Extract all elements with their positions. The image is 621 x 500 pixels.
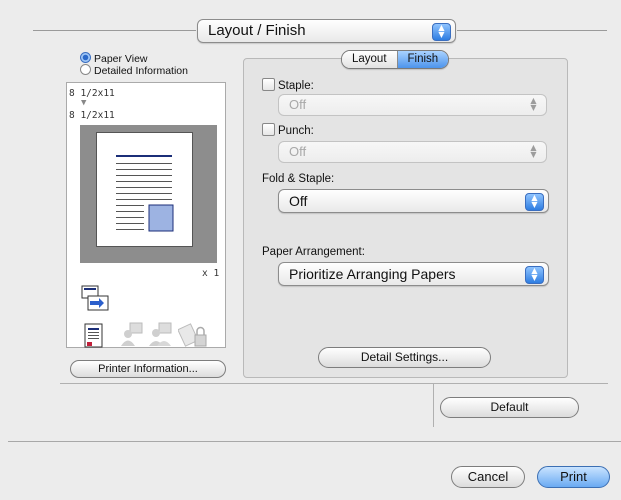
panel-selector-popup[interactable]: Layout / Finish ▲ ▼ xyxy=(197,19,456,43)
paper-arrangement-arrows-icon: ▲ ▼ xyxy=(525,266,544,284)
print-to-output-icon xyxy=(81,285,109,311)
footer-separator xyxy=(8,441,621,442)
source-size-label: 8 1/2x11 xyxy=(69,88,115,99)
page-content-icon xyxy=(116,155,174,232)
detail-settings-button[interactable]: Detail Settings... xyxy=(318,347,491,368)
paper-arrangement-value: Prioritize Arranging Papers xyxy=(289,266,456,282)
staple-checkbox[interactable] xyxy=(262,78,275,91)
copies-indicator: x 1 xyxy=(202,268,220,279)
punch-checkbox-row[interactable]: Punch: xyxy=(262,123,314,137)
vertical-divider xyxy=(433,384,434,427)
staple-select[interactable]: Off ▲ ▼ xyxy=(278,94,547,116)
size-arrow-icon: ▼ xyxy=(81,98,87,108)
user-authentication-icon xyxy=(121,322,143,346)
secure-print-icon xyxy=(178,323,207,347)
fold-staple-select[interactable]: Off ▲ ▼ xyxy=(278,189,549,213)
fold-staple-label: Fold & Staple: xyxy=(262,173,335,185)
fold-staple-value: Off xyxy=(289,193,308,209)
popup-arrows-icon: ▲ ▼ xyxy=(432,23,451,41)
staple-checkbox-row[interactable]: Staple: xyxy=(262,78,314,92)
document-icon xyxy=(84,323,103,348)
staple-label: Staple: xyxy=(278,80,314,92)
print-button[interactable]: Print xyxy=(537,466,610,488)
top-separator-left xyxy=(33,30,196,31)
panel-selector-label: Layout / Finish xyxy=(208,22,306,39)
detailed-information-label: Detailed Information xyxy=(94,65,188,77)
radio-selected-icon xyxy=(80,52,91,63)
account-track-icon xyxy=(149,322,172,346)
punch-arrows-icon: ▲ ▼ xyxy=(530,143,537,159)
radio-empty-icon xyxy=(80,64,91,75)
punch-checkbox[interactable] xyxy=(262,123,275,136)
punch-label: Punch: xyxy=(278,125,314,137)
cancel-button[interactable]: Cancel xyxy=(451,466,525,488)
staple-value: Off xyxy=(289,97,307,112)
paper-preview-page xyxy=(96,132,193,247)
fold-staple-arrows-icon: ▲ ▼ xyxy=(525,193,544,211)
printer-information-button[interactable]: Printer Information... xyxy=(70,360,226,378)
punch-value: Off xyxy=(289,144,307,159)
paper-arrangement-select[interactable]: Prioritize Arranging Papers ▲ ▼ xyxy=(278,262,549,286)
tab-layout[interactable]: Layout xyxy=(342,51,397,68)
output-size-label: 8 1/2x11 xyxy=(69,110,115,121)
default-button[interactable]: Default xyxy=(440,397,579,418)
paper-arrangement-label: Paper Arrangement: xyxy=(262,246,365,258)
lower-separator xyxy=(60,383,608,384)
top-separator-right xyxy=(457,30,607,31)
tab-finish[interactable]: Finish xyxy=(397,51,449,68)
punch-select[interactable]: Off ▲ ▼ xyxy=(278,141,547,163)
tab-bar: Layout Finish xyxy=(341,50,450,69)
staple-arrows-icon: ▲ ▼ xyxy=(530,96,537,112)
detailed-information-option[interactable]: Detailed Information xyxy=(80,64,188,77)
